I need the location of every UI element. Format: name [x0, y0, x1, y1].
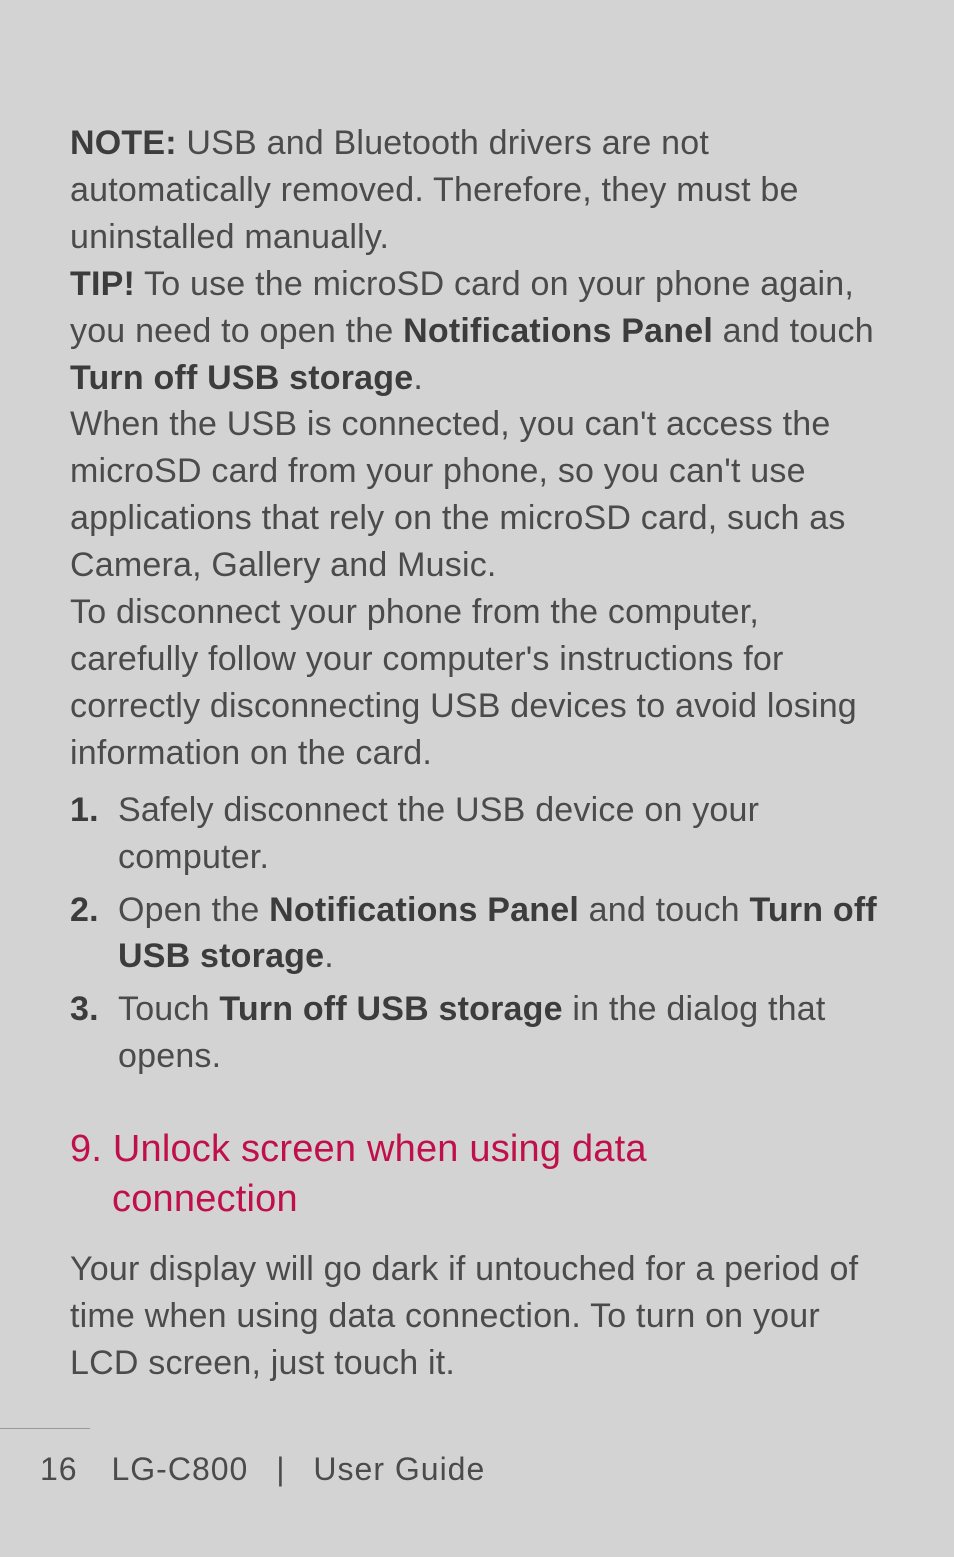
footer-text: 16 LG-C800 | User Guide: [0, 1447, 954, 1491]
section-9-heading: 9. Unlock screen when using data connect…: [70, 1124, 884, 1224]
footer-title: User Guide: [313, 1451, 485, 1487]
tip-bold-turn-off-usb: Turn off USB storage: [70, 359, 413, 397]
step-2-mid: and touch: [579, 891, 749, 929]
step-2-number: 2.: [70, 887, 99, 934]
footer-separator: |: [276, 1451, 285, 1487]
note-paragraph: NOTE: USB and Bluetooth drivers are not …: [70, 120, 884, 261]
step-1-text: Safely disconnect the USB device on your…: [118, 791, 759, 876]
footer-model: LG-C800: [111, 1451, 248, 1487]
page-number: 16: [40, 1451, 78, 1487]
tip-label: TIP!: [70, 265, 135, 303]
page-container: NOTE: USB and Bluetooth drivers are not …: [0, 0, 954, 1557]
section-9-heading-line2: connection: [70, 1174, 884, 1224]
footer-rule: [0, 1428, 90, 1429]
step-2-bold-notifications-panel: Notifications Panel: [269, 891, 579, 929]
note-text: USB and Bluetooth drivers are not automa…: [70, 124, 799, 256]
page-footer: 16 LG-C800 | User Guide: [0, 1428, 954, 1491]
step-3-number: 3.: [70, 986, 99, 1033]
tip-paragraph: TIP! To use the microSD card on your pho…: [70, 261, 884, 402]
step-1: 1. Safely disconnect the USB device on y…: [70, 787, 884, 881]
step-2-pre: Open the: [118, 891, 269, 929]
disconnect-intro-paragraph: To disconnect your phone from the comput…: [70, 589, 884, 777]
tip-mid: and touch: [713, 312, 874, 350]
step-1-number: 1.: [70, 787, 99, 834]
section-9-body: Your display will go dark if untouched f…: [70, 1246, 884, 1387]
step-3: 3. Touch Turn off USB storage in the dia…: [70, 986, 884, 1080]
step-2: 2. Open the Notifications Panel and touc…: [70, 887, 884, 981]
section-9-heading-line1: 9. Unlock screen when using data: [70, 1128, 647, 1170]
tip-post: .: [413, 359, 423, 397]
steps-list: 1. Safely disconnect the USB device on y…: [70, 787, 884, 1080]
step-2-post: .: [324, 937, 334, 975]
note-label: NOTE:: [70, 124, 177, 162]
usb-connected-paragraph: When the USB is connected, you can't acc…: [70, 401, 884, 589]
step-3-pre: Touch: [118, 990, 219, 1028]
tip-bold-notifications-panel: Notifications Panel: [403, 312, 713, 350]
step-3-bold-turn-off-usb: Turn off USB storage: [219, 990, 562, 1028]
